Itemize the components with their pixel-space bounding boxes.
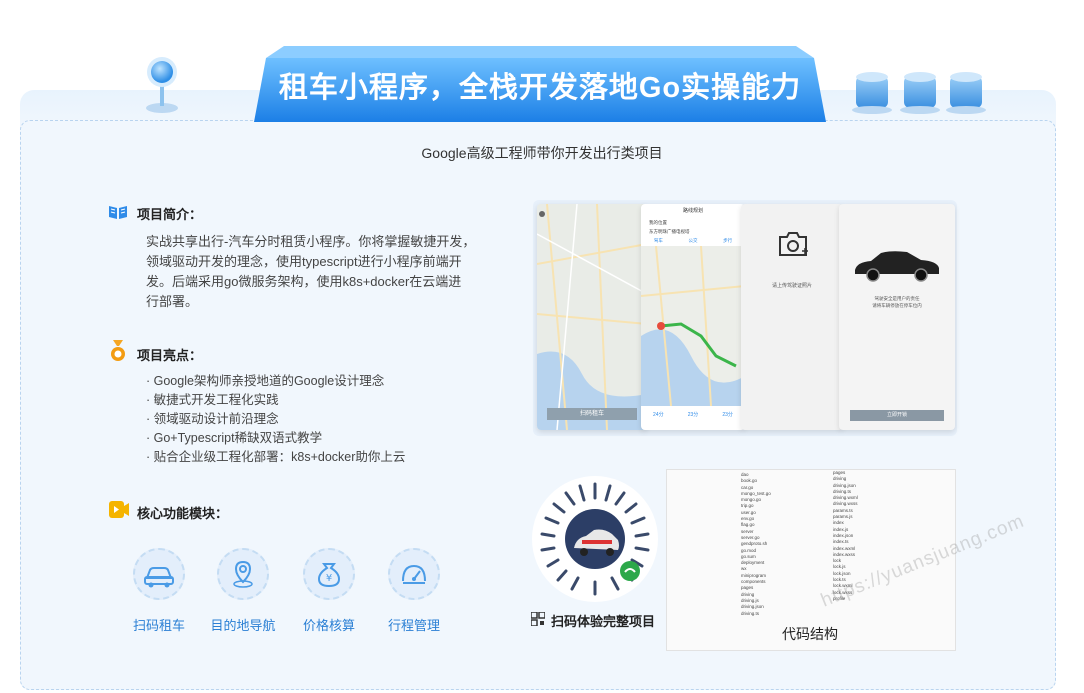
medal-icon: [111, 340, 125, 361]
code-caption: 代码结构: [782, 626, 838, 642]
intro-heading: 项目简介：: [137, 207, 203, 222]
route-to: 东方明珠广播电视塔: [649, 229, 690, 234]
file-tree-item[interactable]: driving.ts: [741, 611, 813, 617]
module-circle: [217, 548, 269, 600]
list-item: · Go+Typescript稀缺双语式教学: [146, 431, 323, 445]
map-image: [537, 204, 647, 430]
upload-caption: 请上传驾驶证照片: [771, 283, 812, 289]
code-tree-left: dao book.go car.go mongo_test.go mongo.go tri…: [667, 470, 814, 650]
module-scan-rent[interactable]: [133, 548, 185, 600]
module-navigation[interactable]: [217, 548, 269, 600]
screen-route: 路线规划 我的位置 东方明珠广播电视塔 驾车 公交 步行 24分 23分 23分: [641, 204, 745, 430]
unlock-text-2: 请将车辆停放在停车位内: [872, 303, 922, 308]
subtitle: Google高级工程师带你开发出行类项目: [421, 145, 663, 161]
speedometer-icon: [402, 564, 426, 584]
highlights-heading: 项目亮点：: [137, 348, 203, 363]
modules-heading: 核心功能模块：: [137, 506, 229, 521]
qr-code-icon: [531, 612, 545, 626]
list-item: · Google架构师亲授地道的Google设计理念: [146, 374, 385, 388]
pin-decoration-icon: [146, 57, 178, 113]
tab-drive[interactable]: 驾车: [654, 236, 663, 246]
module-label[interactable]: 行程管理: [369, 615, 459, 634]
module-trip-management[interactable]: [388, 548, 440, 600]
book-icon: [109, 206, 127, 219]
route-map-image: [641, 245, 745, 407]
yen-bag-icon: ¥: [317, 563, 341, 588]
tab-bus[interactable]: 公交: [688, 236, 697, 246]
location-pin-icon: [233, 560, 253, 588]
intro-line: 行部署。: [146, 294, 199, 309]
tab-walk[interactable]: 步行: [723, 236, 732, 246]
file-tree: dao book.go car.go mongo_test.go mongo.go tri…: [667, 470, 813, 617]
unlock-text-1: 驾驶安全是用户的责任: [874, 296, 920, 301]
camera-icon[interactable]: [777, 230, 809, 258]
unlock-button[interactable]: 立即开锁: [850, 410, 944, 421]
car-icon: [144, 567, 174, 588]
module-circle: [133, 548, 185, 600]
time-walk: 23分: [722, 412, 733, 418]
list-item: · 敏捷式开发工程化实践: [146, 393, 279, 407]
module-label[interactable]: 价格核算: [284, 615, 374, 634]
database-decoration-icon: [852, 72, 986, 114]
time-drive: 24分: [653, 412, 664, 418]
qr-code[interactable]: [532, 476, 658, 602]
time-bus: 23分: [687, 412, 699, 418]
intro-line: 实战共享出行-汽车分时租赁小程序。你将掌握敏捷开发，: [146, 234, 476, 249]
highlights-list: · Google架构师亲授地道的Google设计理念 · 敏捷式开发工程化实践 …: [146, 372, 486, 467]
route-times: 24分 23分 23分: [641, 411, 745, 418]
intro-line: 发。后端采用go微服务架构，使用k8s+docker在云端进: [146, 274, 462, 289]
module-circle: [388, 548, 440, 600]
module-pricing[interactable]: ¥: [303, 548, 355, 600]
module-circle: ¥: [303, 548, 355, 600]
page-title: 租车小程序，全栈开发落地Go实操能力: [278, 72, 802, 104]
list-item: · 领域驱动设计前沿理念: [146, 412, 279, 426]
module-icon: [109, 501, 129, 518]
screen-map: 扫码租车: [537, 204, 647, 430]
svg-text:¥: ¥: [326, 573, 332, 584]
screen-upload: 请上传驾驶证照片: [741, 204, 843, 430]
list-item: · 贴合企业级工程化部署：k8s+docker助你上云: [146, 450, 406, 464]
module-label[interactable]: 扫码租车: [114, 615, 204, 634]
mini-program-code-image: [540, 482, 650, 596]
route-from: 我的位置: [649, 220, 667, 225]
qr-caption: 扫码体验完整项目: [551, 614, 656, 629]
module-label[interactable]: 目的地导航: [198, 615, 288, 634]
scan-rent-button[interactable]: 扫码租车: [547, 408, 637, 420]
screen-unlock: 驾驶安全是用户的责任 请将车辆停放在停车位内 立即开锁: [839, 204, 955, 430]
route-tabs: 驾车 公交 步行: [641, 236, 745, 246]
intro-line: 领域驱动开发的理念，使用typescript进行小程序前端开: [146, 254, 462, 269]
intro-text: 实战共享出行-汽车分时租赁小程序。你将掌握敏捷开发， 领域驱动开发的理念，使用t…: [146, 232, 486, 312]
car-image: [855, 251, 939, 282]
route-title: 路线规划: [682, 208, 703, 214]
